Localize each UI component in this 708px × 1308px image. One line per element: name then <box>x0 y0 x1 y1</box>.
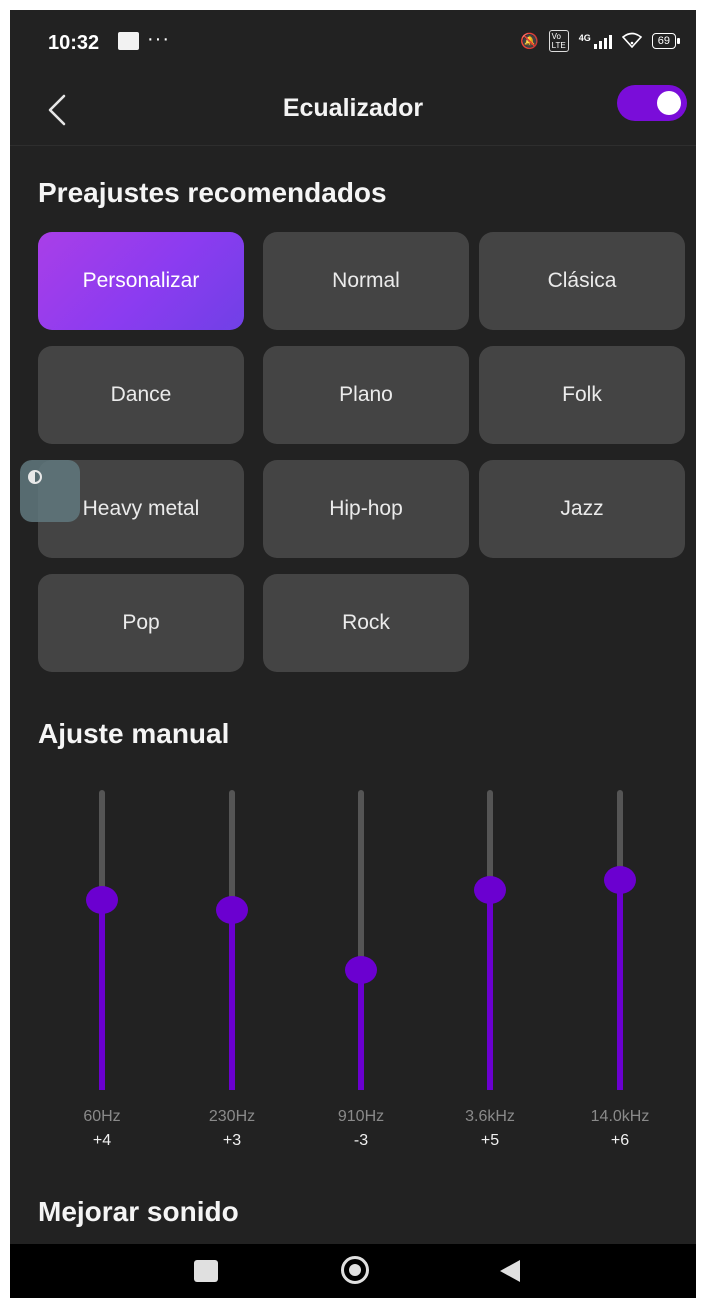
status-bar: 10:32 ··· 🔕 Vo LTE 4G 69 <box>10 10 696 72</box>
home-icon[interactable] <box>341 1256 369 1284</box>
eq-band-910hz[interactable]: 910Hz -3 <box>321 790 401 1170</box>
status-time: 10:32 <box>48 32 100 54</box>
preset-label: Hip-hop <box>329 497 403 520</box>
eq-slider-fill <box>617 880 623 1090</box>
preset-label: Folk <box>562 383 602 406</box>
eq-band-value: -3 <box>353 1132 369 1149</box>
preset-label: Pop <box>122 611 160 634</box>
preset-clasica[interactable]: Clásica <box>479 232 685 330</box>
preset-pop[interactable]: Pop <box>38 574 244 672</box>
battery-level: 69 <box>657 35 670 47</box>
eq-slider-thumb[interactable] <box>604 866 636 894</box>
eq-band-14khz[interactable]: 14.0kHz +6 <box>580 790 660 1170</box>
preset-label: Clásica <box>547 269 617 292</box>
screen-record-icon <box>118 32 139 50</box>
preset-label: Jazz <box>560 497 604 520</box>
status-icons: 🔕 Vo LTE 4G 69 <box>519 30 681 52</box>
eq-band-value: +6 <box>610 1132 630 1149</box>
preset-label: Personalizar <box>82 269 200 292</box>
preset-normal[interactable]: Normal <box>263 232 469 330</box>
eq-band-frequency: 14.0kHz <box>590 1108 650 1125</box>
preset-jazz[interactable]: Jazz <box>479 460 685 558</box>
network-type-label: 4G <box>578 33 591 43</box>
back-icon[interactable] <box>500 1260 520 1282</box>
eq-slider-thumb[interactable] <box>345 956 377 984</box>
preset-plano[interactable]: Plano <box>263 346 469 444</box>
preset-personalizar[interactable]: Personalizar <box>38 232 244 330</box>
recent-apps-icon[interactable] <box>194 1260 218 1282</box>
manual-section-title: Ajuste manual <box>38 718 230 749</box>
preset-folk[interactable]: Folk <box>479 346 685 444</box>
enhance-section-title: Mejorar sonido <box>38 1196 239 1227</box>
eq-band-frequency: 60Hz <box>83 1108 121 1125</box>
eq-band-value: +3 <box>222 1132 242 1149</box>
preset-label: Dance <box>110 383 172 406</box>
preset-label: Plano <box>339 383 393 406</box>
battery-icon: 69 <box>651 33 681 49</box>
eq-slider-thumb[interactable] <box>86 886 118 914</box>
equalizer-screen: 10:32 ··· 🔕 Vo LTE 4G 69 Ecualizador Prea… <box>10 10 696 1298</box>
preset-rock[interactable]: Rock <box>263 574 469 672</box>
eq-slider-fill <box>99 900 105 1090</box>
eq-band-value: +4 <box>92 1132 112 1149</box>
wifi-icon <box>621 32 642 51</box>
eq-slider-fill <box>229 910 235 1090</box>
system-nav-bar <box>10 1244 696 1298</box>
presets-section-title: Preajustes recomendados <box>38 177 387 208</box>
eq-band-value: +5 <box>480 1132 500 1149</box>
eq-band-frequency: 910Hz <box>337 1108 385 1125</box>
eq-band-frequency: 230Hz <box>208 1108 256 1125</box>
page-title: Ecualizador <box>282 94 424 122</box>
eq-band-60hz[interactable]: 60Hz +4 <box>62 790 142 1170</box>
eq-band-frequency: 3.6kHz <box>465 1108 515 1125</box>
more-notifications-icon: ··· <box>147 28 170 50</box>
preset-dance[interactable]: Dance <box>38 346 244 444</box>
preset-label: Heavy metal <box>82 497 200 520</box>
eq-band-3-6khz[interactable]: 3.6kHz +5 <box>450 790 530 1170</box>
eq-slider-thumb[interactable] <box>474 876 506 904</box>
eq-slider-thumb[interactable] <box>216 896 248 924</box>
eq-slider-fill <box>358 970 364 1090</box>
eq-slider-fill <box>487 890 493 1090</box>
volte-icon: Vo LTE <box>548 30 569 52</box>
signal-icon: 4G <box>579 33 612 49</box>
eq-band-230hz[interactable]: 230Hz +3 <box>192 790 272 1170</box>
header-divider <box>10 145 696 146</box>
floating-dark-mode-button[interactable] <box>20 460 80 522</box>
equalizer-toggle[interactable] <box>617 85 687 121</box>
toggle-knob <box>657 91 681 115</box>
preset-label: Normal <box>332 269 400 292</box>
preset-label: Rock <box>342 611 390 634</box>
mute-icon: 🔕 <box>519 33 539 50</box>
preset-hip-hop[interactable]: Hip-hop <box>263 460 469 558</box>
contrast-icon <box>28 470 42 484</box>
